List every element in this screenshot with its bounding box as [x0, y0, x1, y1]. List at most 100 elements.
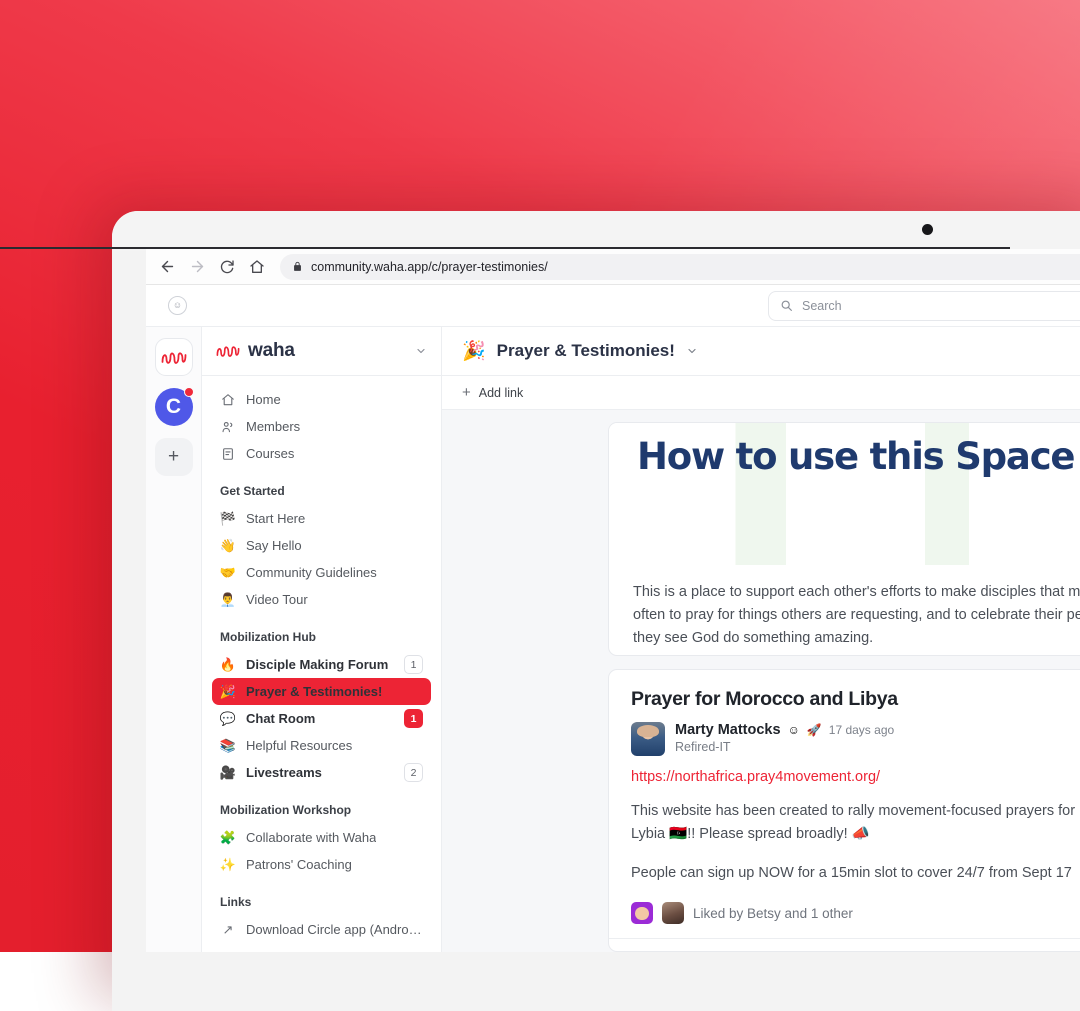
sidebar-item-label: Start Here	[246, 511, 305, 526]
external-link-arrow-icon: ↗	[220, 922, 236, 938]
page-title: Prayer & Testimonies!	[497, 341, 675, 361]
post-external-link[interactable]: https://northafrica.pray4movement.org/	[631, 769, 1080, 785]
sidebar-item-disciple-making-forum[interactable]: 🔥 Disciple Making Forum 1	[212, 651, 431, 678]
author-name[interactable]: Marty Mattocks	[675, 722, 781, 738]
sidebar-item-start-here[interactable]: 🏁 Start Here	[212, 505, 431, 532]
unread-badge: 1	[404, 655, 423, 674]
post-feed[interactable]: How to use this Space This is a place to…	[442, 410, 1080, 952]
sidebar-item-label: Courses	[246, 446, 294, 461]
waha-squiggle-logo[interactable]	[155, 338, 193, 376]
post-paragraph: People can sign up NOW for a 15min slot …	[631, 862, 1080, 885]
unread-badge: 2	[404, 763, 423, 782]
post-actions: Like Comment	[609, 938, 1080, 952]
circle-community-icon[interactable]: C	[155, 388, 193, 426]
handshake-icon: 🤝	[220, 565, 236, 581]
add-link-bar[interactable]: + Add link	[442, 376, 1080, 410]
sidebar-item-label: Disciple Making Forum	[246, 657, 388, 672]
fire-icon: 🔥	[220, 657, 236, 673]
author-meta: Marty Mattocks ☺ 🚀 17 days ago Refired-I…	[675, 722, 894, 754]
home-icon[interactable]	[244, 254, 270, 280]
sidebar-item-label: Chat Room	[246, 711, 315, 726]
sidebar-item-label: Livestreams	[246, 765, 322, 780]
banner-title: How to use this Space	[637, 435, 1074, 478]
books-icon: 📚	[220, 738, 236, 754]
banner-image: How to use this Space	[609, 423, 1080, 565]
app-topbar: ☺ Search	[146, 285, 1080, 327]
search-placeholder: Search	[802, 299, 842, 313]
sidebar-item-label: Collaborate with Waha	[246, 830, 376, 845]
post-author-row: Marty Mattocks ☺ 🚀 17 days ago Refired-I…	[631, 722, 1080, 756]
sidebar-item-members[interactable]: Members	[212, 413, 431, 440]
laptop-webcam-dot	[922, 224, 933, 235]
sidebar-item-prayer-testimonies[interactable]: 🎉 Prayer & Testimonies!	[212, 678, 431, 705]
sidebar-item-label: Home	[246, 392, 281, 407]
sidebar-item-livestreams[interactable]: 🎥 Livestreams 2	[212, 759, 431, 786]
speech-balloon-icon: 💬	[220, 711, 236, 727]
lock-icon	[292, 261, 303, 272]
avatar[interactable]	[662, 902, 684, 924]
sidebar-item-patrons-coaching[interactable]: ✨ Patrons' Coaching	[212, 851, 431, 878]
sidebar-item-collaborate-with-waha[interactable]: 🧩 Collaborate with Waha	[212, 824, 431, 851]
sidebar-item-courses[interactable]: Courses	[212, 440, 431, 467]
sidebar-scroll-area[interactable]: Home Members Courses Get Started	[202, 376, 441, 952]
forward-arrow-icon[interactable]	[184, 254, 210, 280]
sidebar-item-chat-room[interactable]: 💬 Chat Room 1	[212, 705, 431, 732]
main-content: 🎉 Prayer & Testimonies! + Add link How t…	[442, 327, 1080, 952]
sidebar-item-label: Prayer & Testimonies!	[246, 684, 382, 699]
smiley-badge-icon: ☺	[788, 724, 800, 736]
unread-badge: 1	[404, 709, 423, 728]
office-worker-icon: 👨‍💼	[220, 592, 236, 608]
back-arrow-icon[interactable]	[154, 254, 180, 280]
sidebar-brand-header[interactable]: waha	[202, 327, 441, 376]
emoji-status-icon[interactable]: ☺	[168, 296, 187, 315]
reload-icon[interactable]	[214, 254, 240, 280]
sidebar-item-label: Video Tour	[246, 592, 308, 607]
add-community-button[interactable]: +	[155, 438, 193, 476]
sidebar-section-title: Mobilization Hub	[220, 630, 423, 644]
sidebar-section-title: Get Started	[220, 484, 423, 498]
plus-icon: +	[462, 384, 471, 401]
likes-text: Liked by Betsy and 1 other	[693, 906, 853, 921]
sidebar-section-title: Mobilization Workshop	[220, 803, 423, 817]
courses-icon	[220, 447, 236, 461]
post-title[interactable]: Prayer for Morocco and Libya	[631, 688, 1080, 711]
banner-description: This is a place to support each other's …	[609, 565, 1080, 656]
post-card: Prayer for Morocco and Libya Marty Matto…	[608, 669, 1080, 952]
sidebar-section-title: Links	[220, 895, 423, 909]
sidebar-item-label: Members	[246, 419, 300, 434]
app-body: C + waha	[146, 327, 1080, 952]
browser-toolbar: community.waha.app/c/prayer-testimonies/	[146, 249, 1080, 285]
avatar[interactable]	[631, 902, 653, 924]
search-icon	[780, 299, 793, 312]
author-line: Marty Mattocks ☺ 🚀 17 days ago	[675, 722, 894, 738]
chevron-down-icon[interactable]	[686, 345, 698, 357]
sidebar-item-label: Download Circle app (Android)	[246, 922, 423, 937]
rocket-badge-icon: 🚀	[807, 724, 822, 736]
sidebar-item-community-guidelines[interactable]: 🤝 Community Guidelines	[212, 559, 431, 586]
members-icon	[220, 420, 236, 434]
likes-row[interactable]: Liked by Betsy and 1 other	[631, 885, 1080, 938]
waha-brand-logo-icon	[216, 344, 240, 358]
sidebar-item-video-tour[interactable]: 👨‍💼 Video Tour	[212, 586, 431, 613]
home-icon	[220, 393, 236, 407]
sidebar-item-label: Say Hello	[246, 538, 302, 553]
circle-letter: C	[166, 395, 181, 419]
sidebar-item-say-hello[interactable]: 👋 Say Hello	[212, 532, 431, 559]
add-link-label: Add link	[479, 386, 523, 400]
sidebar-item-helpful-resources[interactable]: 📚 Helpful Resources	[212, 732, 431, 759]
browser-window: community.waha.app/c/prayer-testimonies/…	[146, 249, 1080, 952]
post-timestamp: 17 days ago	[829, 723, 894, 737]
sidebar-item-label: Patrons' Coaching	[246, 857, 352, 872]
waving-hand-icon: 👋	[220, 538, 236, 554]
sidebar-item-label: Helpful Resources	[246, 738, 352, 753]
address-bar[interactable]: community.waha.app/c/prayer-testimonies/	[280, 254, 1080, 280]
sparkles-icon: ✨	[220, 857, 236, 873]
chevron-down-icon[interactable]	[415, 345, 427, 357]
avatar[interactable]	[631, 722, 665, 756]
search-input[interactable]: Search	[768, 291, 1080, 321]
sidebar-item-home[interactable]: Home	[212, 386, 431, 413]
sidebar-item-download-circle-app[interactable]: ↗ Download Circle app (Android)	[212, 916, 431, 943]
post-paragraph: This website has been created to rally m…	[631, 800, 1080, 847]
community-icon-rail: C +	[146, 327, 202, 952]
how-to-use-card: How to use this Space This is a place to…	[608, 422, 1080, 656]
